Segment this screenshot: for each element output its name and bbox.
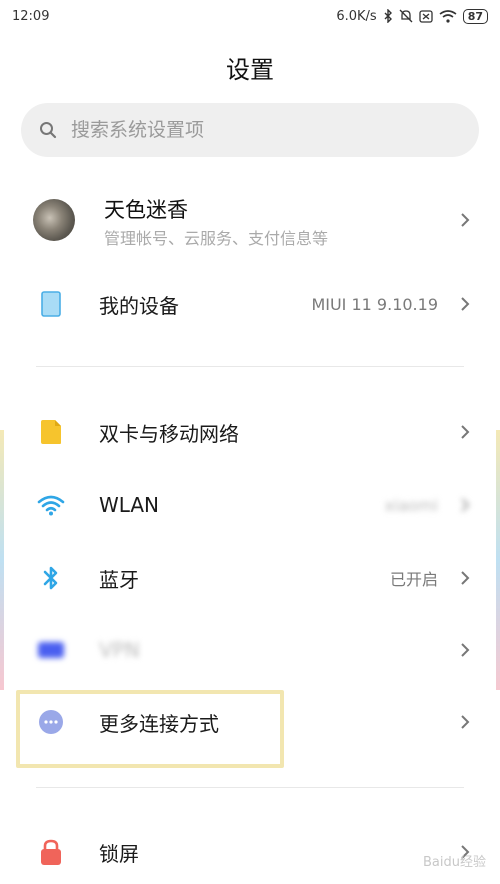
- battery-indicator: 87: [462, 8, 488, 24]
- my-device-version: MIUI 11 9.10.19: [311, 294, 438, 314]
- bluetooth-icon: [36, 563, 66, 593]
- network-item-vpn[interactable]: VPN: [0, 618, 500, 682]
- chevron-right-icon: [461, 643, 470, 657]
- search-bar[interactable]: [21, 103, 479, 157]
- chevron-right-icon: [461, 425, 470, 439]
- bluetooth-status-icon: [384, 9, 392, 23]
- chevron-right-icon: [461, 715, 470, 729]
- phone-device-icon: [36, 289, 66, 319]
- no-sim-icon: [419, 9, 433, 23]
- bluetooth-status: 已开启: [389, 570, 438, 589]
- sim-card-icon: [36, 417, 66, 447]
- profile-subtitle: 管理帐号、云服务、支付信息等: [104, 229, 329, 248]
- search-input[interactable]: [69, 118, 433, 142]
- chevron-right-icon: [461, 213, 470, 227]
- network-item-label: VPN: [99, 638, 140, 662]
- highlight-box: [16, 690, 284, 768]
- network-item-label: 双卡与移动网络: [99, 421, 239, 446]
- status-bar: 12:09 6.0K/s 87: [0, 0, 500, 32]
- profile-name: 天色迷香: [104, 198, 188, 222]
- vpn-icon: [36, 635, 66, 665]
- watermark: Baidu经验: [423, 855, 486, 870]
- avatar: [33, 199, 75, 241]
- network-item-bluetooth[interactable]: 蓝牙 已开启: [0, 546, 500, 610]
- chevron-right-icon: [461, 498, 470, 512]
- net-speed: 6.0K/s: [336, 8, 377, 24]
- status-time: 12:09: [12, 8, 50, 24]
- page-title: 设置: [226, 56, 274, 84]
- network-item-wlan[interactable]: WLAN xiaomi: [0, 473, 500, 537]
- network-item-label: 蓝牙: [99, 567, 139, 592]
- wlan-network-name: xiaomi: [384, 495, 438, 515]
- wifi-icon: [36, 490, 66, 520]
- my-device-row[interactable]: 我的设备 MIUI 11 9.10.19: [0, 272, 500, 336]
- lock-screen-label: 锁屏: [99, 841, 139, 866]
- network-item-sim[interactable]: 双卡与移动网络: [0, 400, 500, 464]
- chevron-right-icon: [461, 571, 470, 585]
- search-icon: [40, 122, 57, 139]
- lock-icon: [36, 837, 66, 867]
- network-item-label: WLAN: [99, 493, 160, 517]
- my-device-label: 我的设备: [99, 293, 179, 318]
- section-divider: [36, 787, 464, 788]
- status-icons: 6.0K/s 87: [336, 8, 488, 24]
- section-divider: [36, 366, 464, 367]
- mute-icon: [399, 9, 413, 23]
- wifi-status-icon: [439, 9, 457, 23]
- chevron-right-icon: [461, 297, 470, 311]
